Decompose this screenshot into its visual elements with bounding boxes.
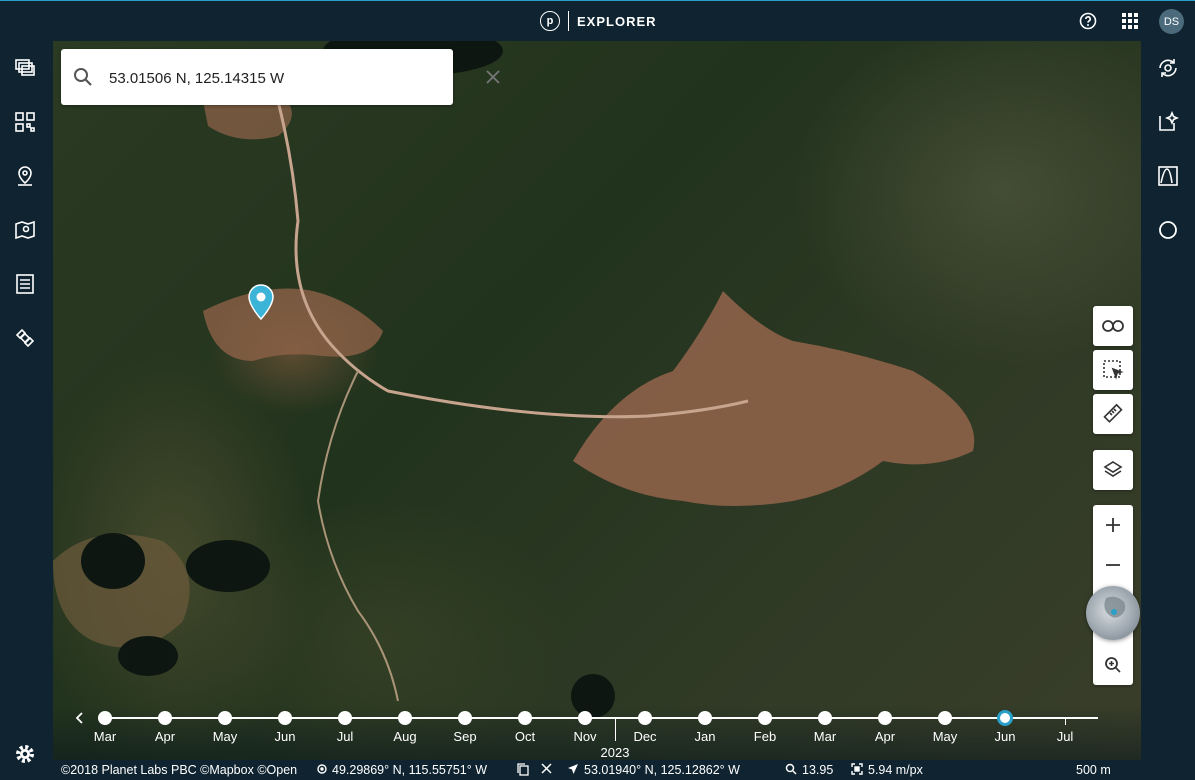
satellite-icon[interactable] (13, 326, 37, 350)
timeline-dot[interactable] (818, 711, 832, 725)
left-sidebar (0, 41, 53, 780)
planet-logo: p (540, 11, 560, 31)
ruler-icon (1103, 403, 1123, 423)
timeline-dot[interactable] (758, 711, 772, 725)
globe-icon[interactable] (1086, 586, 1140, 640)
timeline-dot[interactable] (158, 711, 172, 725)
spectrum-chart-icon[interactable] (1156, 164, 1180, 188)
timeline-month-label[interactable]: Jun (995, 729, 1016, 744)
crosshair-icon (316, 763, 328, 778)
search-box (61, 49, 500, 105)
location-marker-icon[interactable] (247, 284, 275, 320)
timeline-dot[interactable] (518, 711, 532, 725)
timeline-dot[interactable] (578, 711, 592, 725)
timeline-end-tick (1065, 717, 1066, 725)
timeline-month-label[interactable]: Sep (453, 729, 476, 744)
share-link-button[interactable] (1093, 306, 1133, 346)
status-bar: ©2018 Planet Labs PBC ©Mapbox ©Open 49.2… (53, 760, 1141, 780)
timeline-dot[interactable] (98, 711, 112, 725)
settings-icon[interactable] (13, 742, 37, 766)
timeline-month-label[interactable]: Jun (275, 729, 296, 744)
timeline-month-label[interactable]: Oct (515, 729, 535, 744)
map-pin-icon[interactable] (13, 218, 37, 242)
chevron-left-icon[interactable] (73, 711, 87, 725)
timeline-dot[interactable] (398, 711, 412, 725)
timeline: Mar Apr May Jun Jul Aug Sep Oct Nov Dec Jan Feb Mar A… (53, 705, 1141, 760)
timeline-dot[interactable] (338, 711, 352, 725)
search-input[interactable] (107, 63, 411, 93)
close-icon[interactable] (541, 763, 552, 777)
satellite-map[interactable] (53, 41, 1141, 780)
attribution-text[interactable]: ©2018 Planet Labs PBC ©Mapbox ©Open (61, 763, 297, 777)
timeline-month-label[interactable]: Jan (695, 729, 716, 744)
timeline-month-label[interactable]: Nov (573, 729, 596, 744)
zoom-level-icon (785, 763, 797, 778)
brand[interactable]: p EXPLORER (540, 10, 657, 32)
scale-bar: 500 m (1076, 763, 1111, 777)
refresh-cycle-icon[interactable] (1156, 56, 1180, 80)
right-sidebar (1141, 41, 1195, 780)
copy-icon[interactable] (517, 763, 529, 779)
help-icon[interactable] (1078, 11, 1098, 31)
resolution: 5.94 m/px (868, 763, 923, 777)
brand-divider (568, 11, 569, 31)
timeline-dot[interactable] (698, 711, 712, 725)
timeline-month-label[interactable]: Mar (94, 729, 116, 744)
map-imagery (53, 41, 975, 718)
select-area-icon (1103, 360, 1124, 380)
timeline-month-label[interactable]: May (213, 729, 238, 744)
timeline-dot[interactable] (218, 711, 232, 725)
clear-search-icon[interactable] (484, 68, 502, 86)
top-bar: p EXPLORER DS (0, 0, 1195, 41)
select-area-button[interactable] (1093, 350, 1133, 390)
qr-grid-icon[interactable] (13, 110, 37, 134)
link-icon (1102, 320, 1124, 332)
timeline-month-label[interactable]: Jul (1057, 729, 1074, 744)
timeline-month-label[interactable]: May (933, 729, 958, 744)
zoom-level: 13.95 (802, 763, 834, 777)
timeline-month-label[interactable]: Apr (875, 729, 895, 744)
timeline-dot[interactable] (938, 711, 952, 725)
layers-icon (1103, 461, 1123, 477)
timeline-dot[interactable] (278, 711, 292, 725)
app-title: EXPLORER (577, 13, 657, 29)
timeline-year: 2023 (600, 745, 630, 760)
timeline-dot-selected[interactable] (1000, 713, 1010, 723)
timeline-month-label[interactable]: Apr (155, 729, 175, 744)
timeline-month-label[interactable]: Mar (814, 729, 836, 744)
zoom-out-button[interactable] (1093, 545, 1133, 585)
timeline-month-label[interactable]: Dec (633, 729, 656, 744)
list-document-icon[interactable] (13, 272, 37, 296)
cursor-coordinates: 49.29869° N, 115.55751° W (332, 763, 488, 777)
navigation-arrow-icon (567, 763, 579, 778)
zoom-in-button[interactable] (1093, 505, 1133, 545)
sparkle-image-icon[interactable] (1156, 110, 1180, 134)
minus-icon (1106, 564, 1120, 566)
search-icon (74, 68, 92, 86)
layers-button[interactable] (1093, 450, 1133, 490)
zoom-search-button[interactable] (1093, 645, 1133, 685)
plus-icon (1106, 518, 1120, 532)
resolution-icon (851, 763, 863, 778)
measure-button[interactable] (1093, 394, 1133, 434)
timeline-dot[interactable] (878, 711, 892, 725)
zoom-magnifier-icon (1105, 657, 1121, 673)
location-pin-icon[interactable] (13, 164, 37, 188)
user-avatar[interactable]: DS (1159, 9, 1184, 34)
layers-stack-icon[interactable] (13, 56, 37, 80)
timeline-month-label[interactable]: Jul (337, 729, 354, 744)
year-divider (615, 717, 616, 741)
timeline-month-label[interactable]: Feb (754, 729, 776, 744)
center-coordinates: 53.01940° N, 125.12862° W (584, 763, 740, 777)
timeline-dot[interactable] (638, 711, 652, 725)
timeline-dot[interactable] (458, 711, 472, 725)
apps-grid-icon[interactable] (1120, 11, 1140, 31)
timeline-month-label[interactable]: Aug (393, 729, 416, 744)
contrast-icon[interactable] (1156, 218, 1180, 242)
